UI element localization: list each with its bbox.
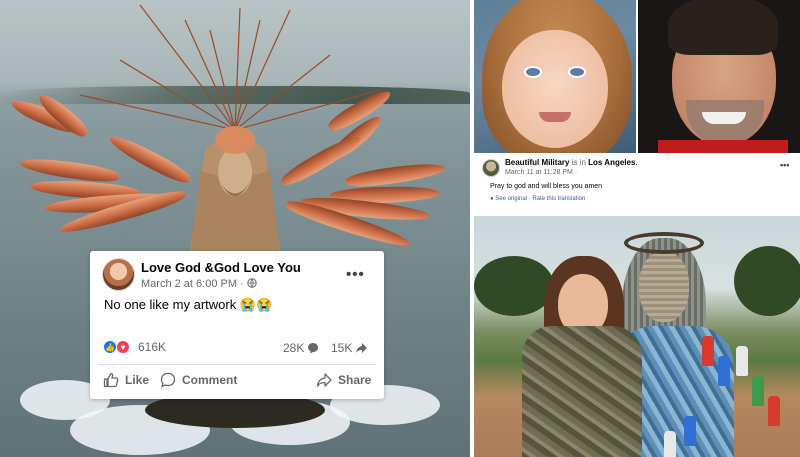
post-author-name[interactable]: Love God &God Love You	[141, 260, 301, 275]
post-text: No one like my artwork 😭😭	[104, 297, 273, 312]
comment-label: Comment	[182, 373, 238, 387]
comment-count-text: 28K	[283, 341, 305, 355]
man-portrait-image	[638, 0, 800, 153]
is-in-text: is in	[571, 158, 586, 167]
post-author-line: Beautiful Military is in Los Angeles.	[505, 158, 638, 167]
period: .	[635, 158, 638, 167]
share-button[interactable]: Share	[316, 372, 371, 388]
tree	[474, 256, 554, 316]
more-options-icon[interactable]: •••	[346, 266, 365, 283]
post-timestamp[interactable]: March 2 at 6:00 PM ·	[141, 278, 257, 290]
location-link[interactable]: Los Angeles	[588, 158, 635, 167]
share-label: Share	[338, 373, 372, 387]
face	[502, 30, 608, 148]
bottle	[768, 396, 780, 426]
globe-icon	[247, 278, 257, 288]
share-count-text: 15K	[331, 341, 353, 355]
translate-icon: ●	[490, 196, 494, 202]
like-label: Like	[125, 373, 150, 387]
translation-links: ● See original · Rate this translation	[490, 196, 585, 202]
avatar[interactable]	[482, 159, 500, 177]
share-icon	[316, 373, 332, 387]
avatar[interactable]	[102, 258, 135, 291]
post-author-name[interactable]: Beautiful Military	[505, 158, 569, 167]
timestamp-text[interactable]: March 2 at 6:00 PM ·	[141, 278, 244, 290]
post-text: Pray to god and will bless you amen	[490, 183, 603, 190]
soldier-and-bottle-jesus-image	[474, 216, 800, 457]
post-timestamp[interactable]: March 11 at 11:28 PM ·	[505, 169, 577, 176]
comment-icon	[160, 372, 176, 388]
tree	[734, 246, 800, 316]
girl-portrait-image	[474, 0, 636, 153]
jesus-face	[639, 252, 689, 322]
rate-translation-link[interactable]: Rate this translation	[532, 196, 585, 202]
smile	[702, 112, 746, 124]
thumbs-up-icon	[103, 372, 119, 388]
crown-of-thorns	[624, 232, 704, 254]
divider	[98, 364, 376, 365]
bottle	[664, 431, 676, 457]
camo-uniform	[522, 326, 642, 457]
eye	[568, 66, 586, 78]
bottle	[718, 356, 730, 386]
comment-count[interactable]: 28K	[283, 341, 319, 355]
bottle	[752, 376, 764, 406]
red-shirt	[658, 140, 788, 153]
reaction-count: 616K	[138, 340, 167, 354]
see-original-link[interactable]: See original	[495, 196, 527, 202]
hair	[668, 0, 778, 55]
bottle	[736, 346, 748, 376]
eye	[524, 66, 542, 78]
comment-button[interactable]: Comment	[160, 372, 237, 388]
more-options-icon[interactable]: •••	[780, 160, 789, 170]
like-button[interactable]: Like	[103, 372, 149, 388]
separator: ·	[528, 196, 531, 202]
bottle	[684, 416, 696, 446]
love-reaction-icon: ♥	[116, 340, 130, 354]
like-reaction-icon: 👍	[103, 340, 117, 354]
reaction-summary[interactable]: 👍 ♥ 616K	[103, 340, 166, 354]
bottle	[702, 336, 714, 366]
comment-bubble-icon	[308, 343, 319, 354]
mouth	[539, 112, 571, 122]
share-count[interactable]: 15K	[331, 341, 368, 355]
share-arrow-icon	[356, 343, 368, 353]
